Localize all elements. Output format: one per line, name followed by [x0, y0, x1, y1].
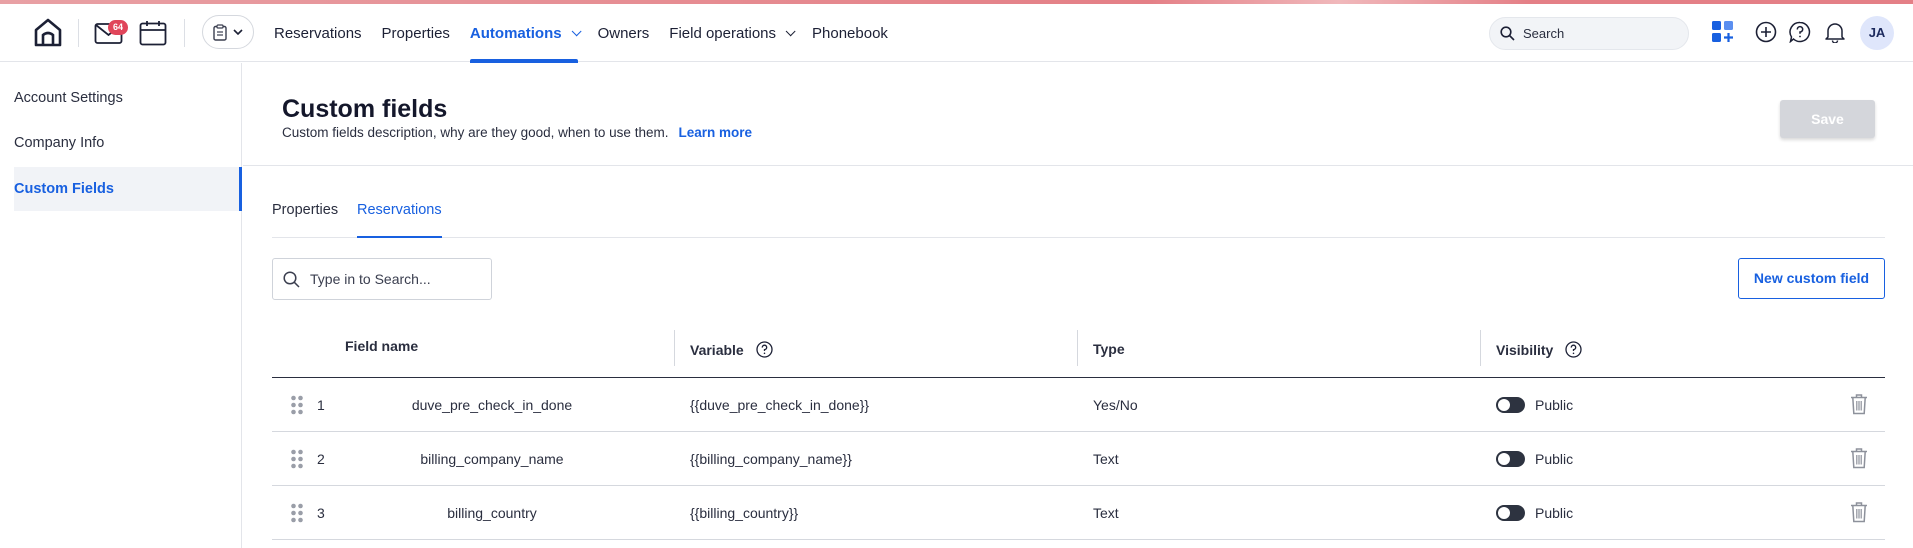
top-navigation-bar: 64 Reservations Properties Automations O… — [0, 4, 1913, 63]
question-circle-icon[interactable] — [1565, 341, 1582, 358]
nav-properties[interactable]: Properties — [382, 4, 450, 62]
type-cell: Text — [1093, 505, 1119, 521]
page-header: Custom fields Custom fields description,… — [243, 63, 1913, 166]
nav-label: Field operations — [669, 24, 777, 42]
save-button[interactable]: Save — [1780, 100, 1875, 138]
drag-handle-icon[interactable] — [290, 449, 304, 469]
sidebar-item-company-info[interactable]: Company Info — [14, 121, 242, 165]
calendar-icon[interactable] — [139, 20, 167, 46]
row-index: 3 — [317, 505, 325, 521]
chevron-down-icon — [571, 25, 582, 36]
table-row: 2 billing_company_name {{billing_company… — [272, 432, 1885, 486]
divider — [184, 19, 185, 47]
table-row: 3 billing_country {{billing_country}} Te… — [272, 486, 1885, 540]
chevron-down-icon — [785, 25, 796, 36]
nav-automations[interactable]: Automations — [469, 4, 582, 63]
question-circle-icon[interactable] — [756, 341, 773, 358]
sidebar-item-label: Account Settings — [14, 90, 123, 106]
tab-properties[interactable]: Properties — [272, 202, 338, 238]
bell-icon[interactable] — [1825, 21, 1845, 43]
tab-reservations[interactable]: Reservations — [357, 202, 442, 238]
trash-icon[interactable] — [1850, 501, 1868, 523]
page-description: Custom fields description, why are they … — [282, 125, 752, 140]
visibility-label: Public — [1535, 505, 1574, 521]
column-header-type[interactable]: Type — [1093, 341, 1125, 357]
sidebar-item-label: Company Info — [14, 135, 105, 151]
variable-cell: {{duve_pre_check_in_done}} — [690, 397, 870, 413]
entity-tabs: Properties Reservations — [272, 180, 1885, 238]
drag-handle-icon[interactable] — [290, 395, 304, 415]
column-header-field-name[interactable]: Field name — [345, 338, 418, 354]
trash-icon[interactable] — [1850, 393, 1868, 415]
nav-field-operations[interactable]: Field operations — [669, 4, 796, 62]
add-circle-icon[interactable] — [1755, 21, 1777, 43]
learn-more-link[interactable]: Learn more — [678, 125, 752, 140]
nav-label: Properties — [381, 24, 450, 42]
sidebar-item-account-settings[interactable]: Account Settings — [14, 76, 242, 120]
field-search-input[interactable] — [310, 271, 470, 287]
variable-cell: {{billing_country}} — [690, 505, 799, 521]
search-icon — [283, 270, 300, 288]
type-cell: Text — [1093, 451, 1119, 467]
drag-handle-icon[interactable] — [290, 503, 304, 523]
clipboard-icon — [213, 23, 227, 41]
mail-count-badge: 64 — [108, 20, 128, 35]
divider — [78, 19, 79, 47]
nav-phonebook[interactable]: Phonebook — [812, 4, 888, 62]
settings-sidebar: Account Settings Company Info Custom Fie… — [0, 63, 242, 548]
nav-label: Reservations — [274, 24, 362, 42]
user-avatar[interactable]: JA — [1860, 16, 1894, 50]
variable-cell: {{billing_company_name}} — [690, 451, 852, 467]
field-search — [272, 258, 492, 300]
table-header: Field name Variable Type Visibility — [272, 326, 1885, 378]
nav-owners[interactable]: Owners — [598, 4, 650, 62]
field-name-cell: billing_country — [447, 505, 537, 521]
page-title: Custom fields — [282, 95, 448, 123]
row-index: 2 — [317, 451, 325, 467]
search-icon — [1500, 26, 1515, 41]
task-menu-button[interactable] — [202, 15, 254, 49]
visibility-label: Public — [1535, 397, 1574, 413]
column-divider — [674, 330, 675, 366]
field-name-cell: duve_pre_check_in_done — [411, 397, 573, 413]
field-name-cell: billing_company_name — [420, 451, 564, 467]
column-divider — [1077, 330, 1078, 366]
help-chat-icon[interactable] — [1789, 21, 1811, 43]
nav-label: Phonebook — [812, 24, 888, 42]
sidebar-item-custom-fields[interactable]: Custom Fields — [14, 167, 242, 211]
sidebar-item-label: Custom Fields — [14, 181, 114, 197]
visibility-toggle[interactable] — [1496, 451, 1525, 467]
trash-icon[interactable] — [1850, 447, 1868, 469]
table-row: 1 duve_pre_check_in_done {{duve_pre_chec… — [272, 378, 1885, 432]
visibility-toggle[interactable] — [1496, 505, 1525, 521]
nav-reservations[interactable]: Reservations — [274, 4, 362, 62]
global-search[interactable]: Search — [1489, 17, 1689, 50]
column-header-variable[interactable]: Variable — [690, 341, 773, 358]
new-custom-field-button[interactable]: New custom field — [1738, 258, 1885, 299]
type-cell: Yes/No — [1093, 397, 1138, 413]
visibility-toggle[interactable] — [1496, 397, 1525, 413]
chevron-down-icon — [233, 29, 243, 35]
nav-label: Automations — [469, 24, 562, 42]
column-header-visibility[interactable]: Visibility — [1496, 341, 1582, 358]
column-divider — [1480, 330, 1481, 366]
description-text: Custom fields description, why are they … — [282, 125, 669, 140]
column-header-label: Type — [1093, 341, 1125, 357]
column-header-label: Visibility — [1496, 341, 1554, 358]
global-search-label: Search — [1523, 26, 1565, 41]
visibility-label: Public — [1535, 451, 1574, 467]
apps-grid-icon[interactable] — [1712, 21, 1734, 43]
nav-label: Owners — [597, 24, 650, 42]
row-index: 1 — [317, 397, 325, 413]
column-header-label: Variable — [690, 341, 744, 358]
main-nav: Reservations Properties Automations Owne… — [274, 4, 908, 63]
home-logo-icon[interactable] — [32, 16, 64, 48]
